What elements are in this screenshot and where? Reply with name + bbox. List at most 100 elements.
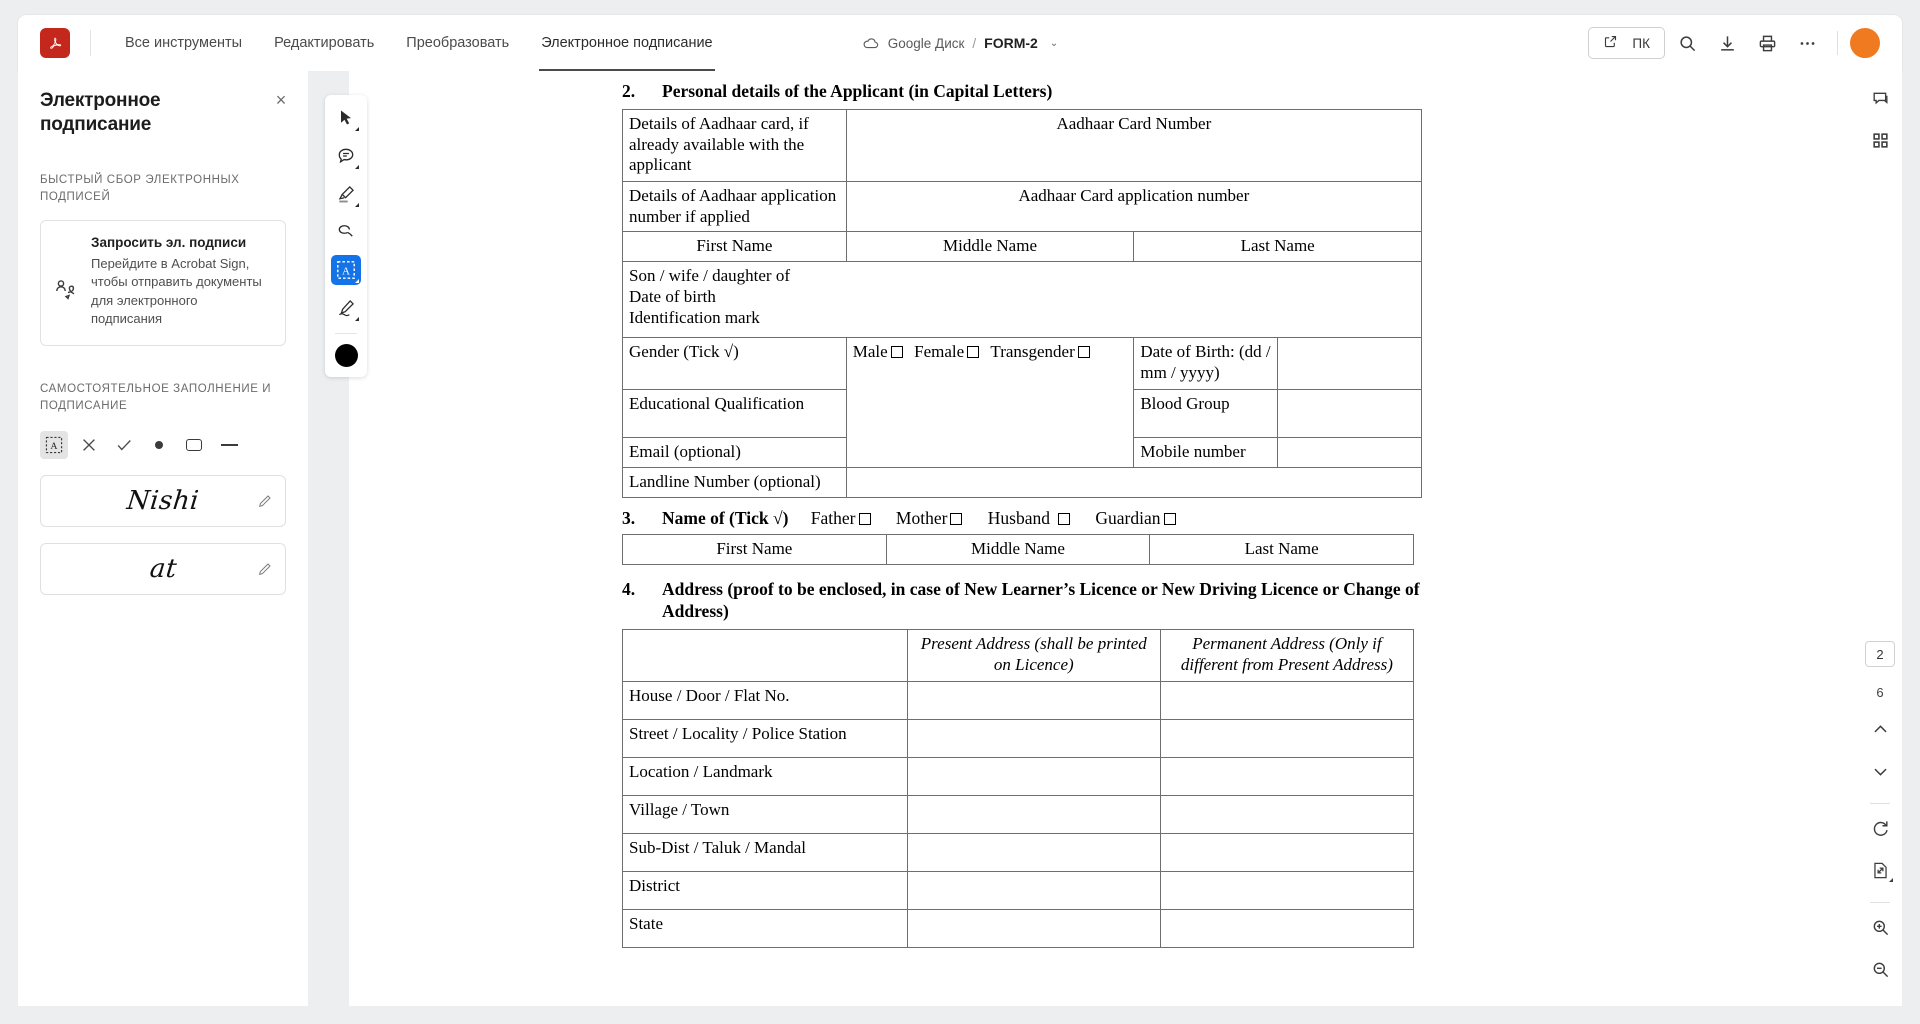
option-mother[interactable]: Mother [896,508,966,528]
section-2-number: 2. [622,81,636,101]
present-value-cell[interactable] [906,870,1161,910]
present-value-cell[interactable] [906,680,1161,720]
option-guardian[interactable]: Guardian [1095,508,1178,528]
blood-group-value-cell[interactable] [1277,389,1422,439]
checkbox-guardian[interactable] [1163,513,1176,526]
more-options-icon[interactable] [1789,25,1825,61]
breadcrumb-filename[interactable]: FORM-2 [984,35,1038,51]
section-3-title-row: Name of (Tick √) Father Mother Husband G… [662,508,1422,529]
checkbox-husband[interactable] [1058,513,1071,526]
avatar[interactable] [1850,28,1880,58]
relation-line-3: Identification mark [629,307,760,327]
form-content: 2. Personal details of the Applicant (in… [622,81,1423,948]
permanent-value-cell[interactable] [1159,908,1415,948]
toolbar-right-actions: ПК [1588,25,1880,61]
checkbox-transgender[interactable] [1077,346,1090,359]
permanent-value-cell[interactable] [1159,870,1415,910]
address-row-label: Village / Town [622,794,908,834]
current-page-input[interactable]: 2 [1865,641,1895,667]
request-signatures-card[interactable]: Запросить эл. подписи Перейдите в Acroba… [40,220,286,346]
add-text-tool[interactable]: A [331,255,361,285]
address-row-label: Sub-Dist / Taluk / Mandal [622,832,908,872]
mobile-value-cell[interactable] [1277,437,1422,469]
section-4-title: Address (proof to be enclosed, in case o… [662,579,1420,621]
svg-text:A: A [50,441,58,452]
print-icon[interactable] [1749,25,1785,61]
page-nav-controls: 2 6 [1863,641,1897,1006]
dob-value-cell[interactable] [1277,337,1422,391]
pencil-icon[interactable] [257,561,273,577]
chevron-down-icon[interactable] [1863,754,1897,788]
section-3-heading: 3. Name of (Tick √) Father Mother Husban… [622,508,1422,529]
highlight-tool[interactable] [331,179,361,209]
comment-tool[interactable] [331,141,361,171]
permanent-value-cell[interactable] [1159,756,1415,796]
present-value-cell[interactable] [906,908,1161,948]
permanent-value-cell[interactable] [1159,832,1415,872]
page-thumbnails-icon[interactable] [1863,123,1897,157]
table-row: Location / Landmark [622,756,1415,796]
acrobat-logo-icon[interactable] [40,28,70,58]
option-husband[interactable]: Husband [988,508,1073,528]
permanent-value-cell[interactable] [1159,718,1415,758]
rectangle-tool[interactable] [180,431,208,459]
cross-mark-tool[interactable] [75,431,103,459]
erase-tool[interactable] [331,217,361,247]
rotate-clockwise-icon[interactable] [1863,811,1897,845]
gender-transgender-label: Transgender [990,342,1075,362]
breadcrumb-storage[interactable]: Google Диск [888,36,965,51]
sign-tool[interactable] [331,293,361,323]
tab-esign[interactable]: Электронное подписание [525,15,728,71]
rail-divider [1870,803,1890,804]
chevron-up-icon[interactable] [1863,712,1897,746]
pencil-icon[interactable] [257,493,273,509]
section-3-number: 3. [622,508,636,529]
option-father[interactable]: Father [811,508,874,528]
checkbox-mother[interactable] [950,513,963,526]
checkbox-father[interactable] [858,513,871,526]
zoom-out-icon[interactable] [1863,952,1897,986]
email-label-cell: Email (optional) [622,437,847,469]
close-icon[interactable]: × [272,91,290,109]
saved-signature-2[interactable]: at [40,543,286,596]
add-text-tool[interactable]: A [40,431,68,460]
address-row-label: State [622,908,908,948]
color-swatch[interactable] [334,344,358,367]
present-value-cell[interactable] [906,794,1161,834]
aadhaar-app-label-cell: Details of Aadhaar application number if… [622,180,847,233]
search-icon[interactable] [1669,25,1705,61]
fit-page-icon[interactable] [1863,853,1897,887]
permanent-address-header: Permanent Address (Only if different fro… [1159,628,1415,682]
aadhaar-value-cell[interactable]: Aadhaar Card Number [845,108,1423,182]
check-mark-tool[interactable] [110,431,138,459]
top-toolbar: Все инструменты Редактировать Преобразов… [18,15,1902,71]
comments-panel-icon[interactable] [1863,81,1897,115]
document-viewport[interactable]: 2. Personal details of the Applicant (in… [308,71,1858,1006]
saved-signature-1[interactable]: Nishi [40,475,286,528]
checkbox-male[interactable] [890,346,903,359]
table-row: District [622,870,1415,910]
section-title-request: БЫСТРЫЙ СБОР ЭЛЕКТРОННЫХ ПОДПИСЕЙ [40,173,240,203]
present-value-cell[interactable] [906,832,1161,872]
present-value-cell[interactable] [906,718,1161,758]
relation-cell[interactable]: Son / wife / daughter of Date of birth I… [622,261,1422,339]
tab-all-tools[interactable]: Все инструменты [109,15,258,71]
checkbox-female[interactable] [967,346,980,359]
permanent-value-cell[interactable] [1159,794,1415,834]
aadhaar-app-value-cell[interactable]: Aadhaar Card application number [845,180,1423,233]
tab-edit[interactable]: Редактировать [258,15,390,71]
dot-tool[interactable] [145,431,173,459]
chevron-down-icon[interactable]: ⌄ [1050,38,1058,49]
address-blank-header [622,628,908,682]
present-value-cell[interactable] [906,756,1161,796]
tab-convert[interactable]: Преобразовать [390,15,525,71]
line-tool[interactable] [215,431,243,459]
permanent-value-cell[interactable] [1159,680,1415,720]
zoom-in-icon[interactable] [1863,910,1897,944]
share-button[interactable]: ПК [1588,27,1665,59]
select-tool[interactable] [331,103,361,133]
section-4-heading: 4. Address (proof to be enclosed, in cas… [622,579,1422,623]
gender-options-cell[interactable]: Male Female Transgender [845,337,1135,469]
landline-value-cell[interactable] [845,467,1423,499]
download-icon[interactable] [1709,25,1745,61]
